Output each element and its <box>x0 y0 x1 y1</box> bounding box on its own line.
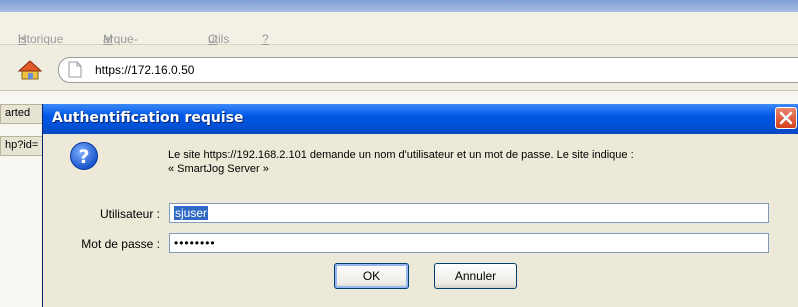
close-button[interactable] <box>775 107 797 129</box>
page-icon <box>67 61 83 78</box>
svg-text:?: ? <box>78 146 89 168</box>
message-line-2: « SmartJog Server » <box>168 163 269 175</box>
message-line-1: Le site https://192.168.2.101 demande un… <box>168 149 634 161</box>
username-value[interactable]: sjuser <box>174 206 209 220</box>
auth-dialog: Authentification requise ? Le site https… <box>42 104 798 307</box>
navigation-toolbar: https://172.16.0.50 <box>0 45 798 91</box>
dialog-titlebar[interactable]: Authentification requise <box>43 104 798 134</box>
question-icon: ? <box>69 141 99 171</box>
username-field[interactable]: sjuser <box>169 203 769 223</box>
dialog-message: Le site https://192.168.2.101 demande un… <box>168 148 788 176</box>
dialog-title: Authentification requise <box>52 110 244 126</box>
home-icon[interactable] <box>17 60 43 80</box>
link-fragment[interactable]: hp?id= <box>0 136 44 156</box>
cancel-button[interactable]: Annuler <box>434 263 517 289</box>
url-bar[interactable]: https://172.16.0.50 <box>58 57 798 83</box>
menu-bar: Historique Marque-pages Outils ? <box>0 12 798 60</box>
password-label: Mot de passe : <box>81 237 160 251</box>
close-icon <box>779 111 793 125</box>
window-top-band <box>0 0 798 12</box>
url-text[interactable]: https://172.16.0.50 <box>95 63 194 77</box>
password-value[interactable]: •••••••• <box>174 236 216 250</box>
password-field[interactable]: •••••••• <box>169 233 769 253</box>
bookmark-fragment[interactable]: arted <box>0 104 44 124</box>
ok-button[interactable]: OK <box>334 263 409 289</box>
username-label: Utilisateur : <box>99 207 160 221</box>
